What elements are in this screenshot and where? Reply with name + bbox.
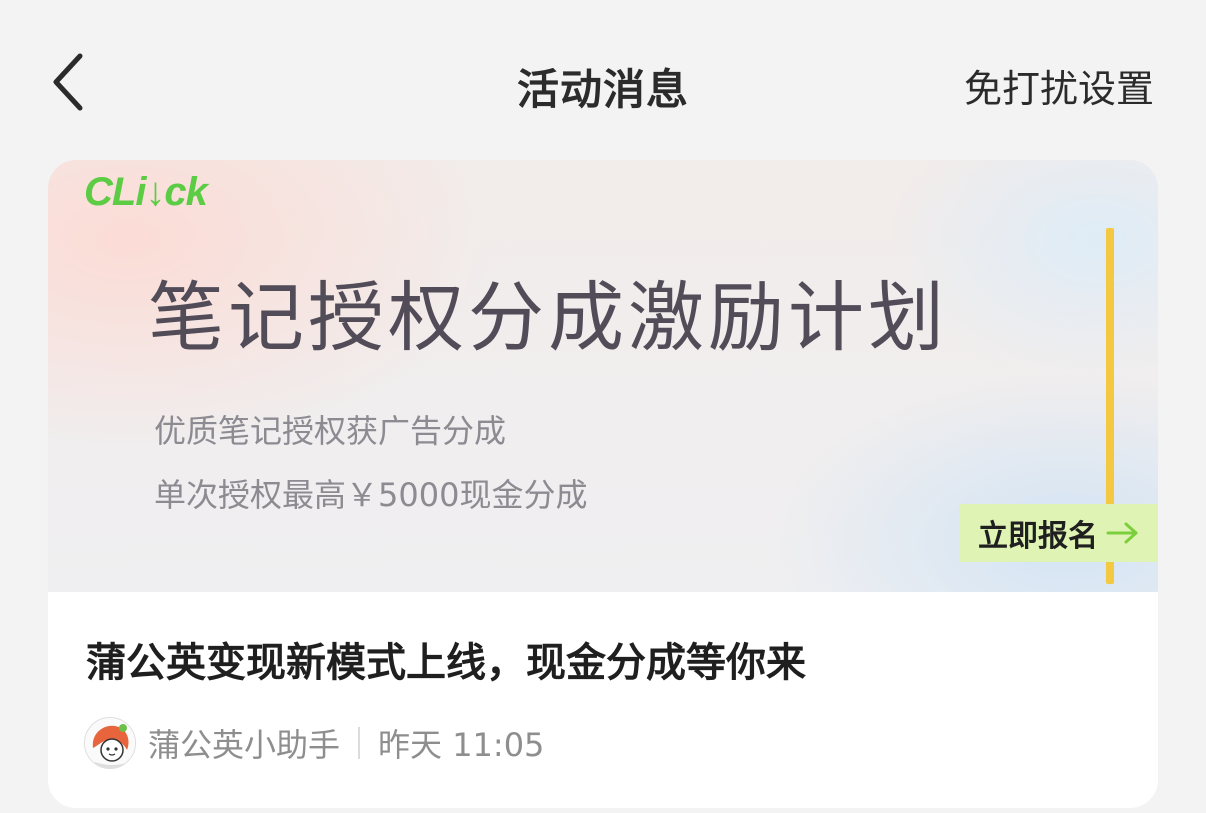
message-meta: 蒲公英小助手 昨天 11:05 [84,716,544,770]
author-name: 蒲公英小助手 [148,726,341,764]
message-timestamp: 昨天 11:05 [378,726,545,764]
message-title: 蒲公英变现新模式上线，现金分成等你来 [86,640,806,686]
avatar [84,717,136,769]
banner-subtitle-line2: 单次授权最高￥5000现金分成 [154,476,588,514]
do-not-disturb-settings-button[interactable]: 免打扰设置 [964,58,1154,113]
assistant-avatar-icon [85,718,135,768]
meta-divider [358,727,361,759]
brand-logo: CLi↓ck [84,170,208,214]
activity-message-card[interactable]: CLi↓ck 笔记授权分成激励计划 优质笔记授权获广告分成 单次授权最高￥500… [48,160,1158,808]
top-bar: 活动消息 免打扰设置 [0,0,1206,170]
banner-title: 笔记授权分成激励计划 [148,273,948,362]
signup-button-label: 立即报名 [978,519,1098,554]
signup-button[interactable]: 立即报名 [960,504,1158,562]
promo-banner[interactable]: CLi↓ck 笔记授权分成激励计划 优质笔记授权获广告分成 单次授权最高￥500… [48,160,1158,592]
banner-subtitle-line1: 优质笔记授权获广告分成 [154,412,507,450]
arrow-right-icon [1106,522,1138,544]
